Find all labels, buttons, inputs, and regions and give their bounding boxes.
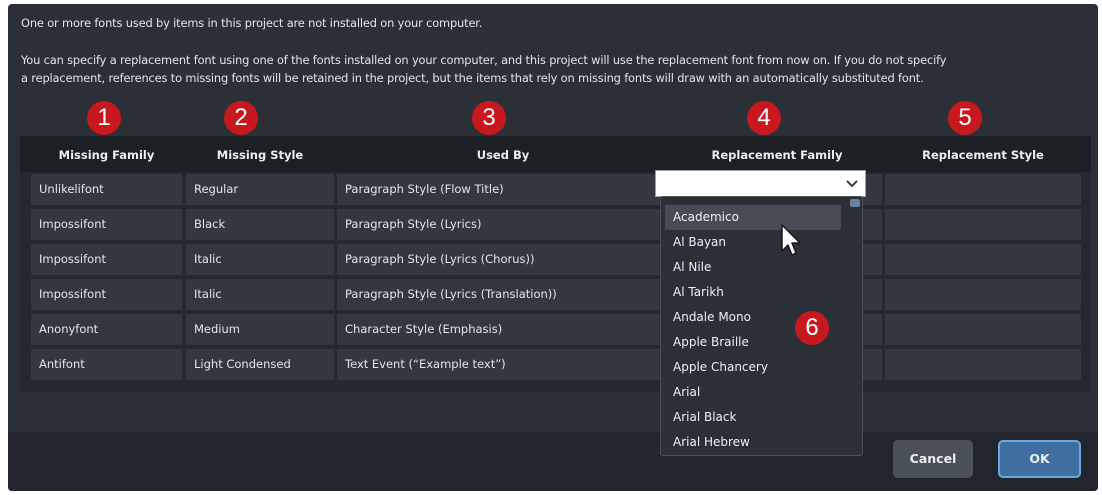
callout-badge-2: 2 [224,101,258,135]
replacement-family-dropdown[interactable] [655,170,866,197]
instruction-line-1: You can specify a replacement font using… [21,53,947,67]
missing-style-cell: Medium [186,314,334,345]
missing-family-cell: Unlikelifont [31,174,182,205]
used-by-cell: Paragraph Style (Lyrics) [337,209,669,240]
used-by-cell: Paragraph Style (Flow Title) [337,174,669,205]
column-missing-family[interactable]: Missing Family [31,136,182,172]
table-row[interactable]: Anonyfont Medium Character Style (Emphas… [20,314,1091,346]
table-row[interactable]: Impossifont Italic Paragraph Style (Lyri… [20,244,1091,276]
table-header: Missing Family Missing Style Used By Rep… [20,136,1091,172]
replacement-style-cell[interactable] [885,174,1081,205]
missing-family-cell: Anonyfont [31,314,182,345]
ok-button[interactable]: OK [998,440,1081,478]
missing-style-cell: Black [186,209,334,240]
column-replacement-family[interactable]: Replacement Family [672,136,882,172]
replacement-style-cell[interactable] [885,209,1081,240]
font-option-arial[interactable]: Arial [665,380,841,405]
chevron-down-icon[interactable] [839,171,865,196]
replacement-style-cell[interactable] [885,314,1081,345]
instruction-message: You can specify a replacement font using… [21,51,946,87]
table-row[interactable]: Impossifont Black Paragraph Style (Lyric… [20,209,1091,241]
font-option-academico[interactable]: Academico [665,205,841,230]
replacement-style-cell[interactable] [885,244,1081,275]
missing-style-cell: Light Condensed [186,349,334,380]
column-used-by[interactable]: Used By [337,136,669,172]
missing-style-cell: Italic [186,279,334,310]
replacement-style-cell[interactable] [885,279,1081,310]
callout-badge-1: 1 [87,101,121,135]
used-by-cell: Character Style (Emphasis) [337,314,669,345]
info-message: One or more fonts used by items in this … [21,16,483,30]
replacement-style-cell[interactable] [885,349,1081,380]
callout-badge-3: 3 [472,101,506,135]
used-by-cell: Paragraph Style (Lyrics (Translation)) [337,279,669,310]
callout-badge-5: 5 [948,101,982,135]
callout-badge-6: 6 [795,311,829,345]
font-option-al-nile[interactable]: Al Nile [665,255,841,280]
callout-badge-4: 4 [747,101,781,135]
missing-family-cell: Impossifont [31,279,182,310]
font-option-al-tarikh[interactable]: Al Tarikh [665,280,841,305]
instruction-line-2: a replacement, references to missing fon… [21,71,924,85]
missing-family-cell: Antifont [31,349,182,380]
font-list-popup[interactable]: Academico Al Bayan Al Nile Al Tarikh And… [660,196,863,456]
font-option-arial-hebrew[interactable]: Arial Hebrew [665,430,841,455]
missing-fonts-dialog: One or more fonts used by items in this … [8,4,1098,491]
table-row[interactable]: Antifont Light Condensed Text Event (“Ex… [20,349,1091,381]
table-row[interactable]: Impossifont Italic Paragraph Style (Lyri… [20,279,1091,311]
font-option-al-bayan[interactable]: Al Bayan [665,230,841,255]
table-row[interactable]: Unlikelifont Regular Paragraph Style (Fl… [20,174,1091,206]
font-list-scrollbar[interactable] [850,199,860,451]
used-by-cell: Text Event (“Example text”) [337,349,669,380]
used-by-cell: Paragraph Style (Lyrics (Chorus)) [337,244,669,275]
missing-family-cell: Impossifont [31,209,182,240]
scrollbar-thumb[interactable] [850,199,860,207]
cancel-button[interactable]: Cancel [893,440,973,478]
missing-fonts-table: Missing Family Missing Style Used By Rep… [20,136,1091,392]
missing-style-cell: Regular [186,174,334,205]
column-replacement-style[interactable]: Replacement Style [885,136,1081,172]
missing-style-cell: Italic [186,244,334,275]
column-missing-style[interactable]: Missing Style [186,136,334,172]
mouse-pointer-icon [781,224,801,256]
font-option-apple-chancery[interactable]: Apple Chancery [665,355,841,380]
font-option-arial-black[interactable]: Arial Black [665,405,841,430]
missing-family-cell: Impossifont [31,244,182,275]
